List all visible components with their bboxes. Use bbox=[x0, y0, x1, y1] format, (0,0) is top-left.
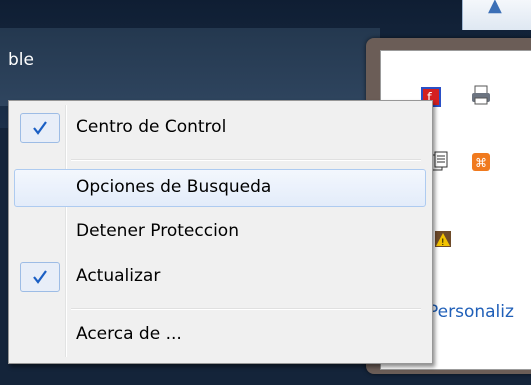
menu-item-acerca-de[interactable]: Acerca de ... bbox=[14, 316, 426, 354]
menu-item-label: Centro de Control bbox=[76, 117, 227, 137]
menu-item-detener-proteccion[interactable]: Detener Proteccion bbox=[14, 213, 426, 251]
menu-item-opciones-de-busqueda[interactable]: Opciones de Busqueda bbox=[14, 169, 426, 207]
checkmark-icon bbox=[33, 270, 47, 284]
menu-item-label: Opciones de Busqueda bbox=[76, 177, 272, 197]
arrow-icon: ▲ bbox=[488, 0, 502, 16]
context-menu: Centro de Control Opciones de Busqueda D… bbox=[8, 100, 433, 364]
warning-icon[interactable]: ! bbox=[432, 228, 454, 250]
taskbar-band bbox=[0, 28, 380, 106]
menu-item-label: Detener Proteccion bbox=[76, 221, 239, 241]
customize-link[interactable]: Personaliz bbox=[428, 302, 514, 322]
menu-item-label: Actualizar bbox=[76, 266, 161, 286]
check-box bbox=[20, 113, 60, 143]
svg-text:!: ! bbox=[441, 238, 445, 247]
menu-item-centro-de-control[interactable]: Centro de Control bbox=[14, 109, 426, 147]
top-strip: ▲ bbox=[462, 0, 531, 30]
menu-separator bbox=[71, 308, 421, 310]
background-window-label: ble bbox=[8, 50, 34, 70]
menu-item-actualizar[interactable]: Actualizar bbox=[14, 258, 426, 296]
xampp-icon[interactable]: ⌘ bbox=[470, 151, 492, 173]
check-box bbox=[20, 262, 60, 292]
checkmark-icon bbox=[33, 121, 47, 135]
menu-separator bbox=[71, 159, 421, 161]
svg-text:⌘: ⌘ bbox=[475, 156, 487, 170]
menu-item-label: Acerca de ... bbox=[76, 324, 182, 344]
printer-icon[interactable] bbox=[470, 84, 492, 106]
